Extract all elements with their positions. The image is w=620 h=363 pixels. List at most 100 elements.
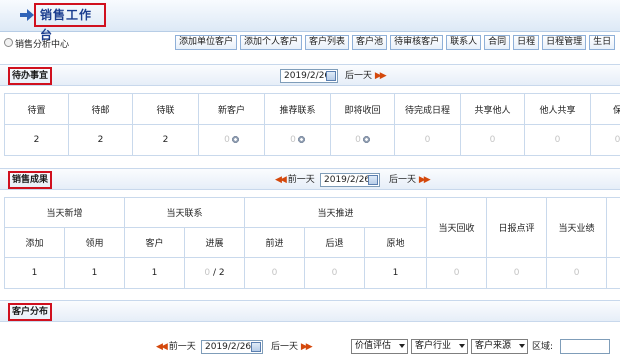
schedule-button[interactable]: 日程 (513, 35, 540, 50)
value-cell[interactable]: 1 (4, 257, 65, 289)
customer-list-button[interactable]: 客户列表 (305, 35, 350, 50)
group-header-cell: 当天新增 (3, 197, 126, 228)
header-cell: 推荐联系 (264, 93, 331, 125)
header-cell: 待联 (132, 93, 199, 125)
todo-value-row: 2 2 2 0 0 0 0 0 0 0 (4, 124, 620, 156)
header-cell: 他人共享 (524, 93, 591, 125)
sub-header-cell: 原地 (364, 227, 428, 258)
distribution-section-header: 客户分布 (0, 300, 620, 322)
calendar-icon[interactable] (326, 71, 336, 81)
distribution-next-day-link[interactable]: 后一天 ▶▶ (271, 340, 313, 354)
group-header-cell: 日报点评 (486, 197, 548, 258)
value-cell[interactable]: 0 (394, 124, 461, 156)
right-arrow-icon (20, 9, 34, 21)
header-cell: 待邮 (68, 93, 133, 125)
results-date-input[interactable]: 2019/2/26 (320, 173, 380, 187)
sub-header-cell: 添加 (4, 227, 65, 258)
header-cell: 共享他人 (460, 93, 525, 125)
value-cell[interactable]: 2 (132, 124, 199, 156)
todo-next-day-link[interactable]: 后一天 ▶▶ (345, 69, 387, 83)
top-bar: 销售工作台 (0, 0, 620, 42)
chevron-down-icon (399, 344, 405, 348)
value-cell[interactable]: 2 (68, 124, 133, 156)
results-prev-day-link[interactable]: ◀◀ 前一天 (275, 173, 315, 187)
quick-action-buttons: 添加单位客户 添加个人客户 客户列表 客户池 待审核客户 联系人 合同 日程 日… (175, 35, 616, 51)
value-cell[interactable]: 0 (486, 257, 548, 289)
distribution-toolbar: ◀◀ 前一天 2019/2/26 后一天 ▶▶ 价值评估 客户行业 客户来源 区… (0, 336, 620, 358)
header-cell: 保 (590, 93, 620, 125)
value-cell[interactable]: 0 (590, 124, 620, 156)
customer-industry-select[interactable]: 客户行业 (411, 339, 468, 354)
distribution-title: 客户分布 (8, 303, 53, 321)
value-cell[interactable]: 0 (606, 257, 620, 289)
header-cell: 待置 (4, 93, 69, 125)
gear-icon[interactable] (231, 136, 239, 143)
value-assessment-select[interactable]: 价值评估 (351, 339, 408, 354)
birthday-button[interactable]: 生日 (589, 35, 616, 50)
value-cell[interactable]: 1 (63, 257, 126, 289)
gear-icon[interactable] (297, 136, 305, 143)
calendar-icon[interactable] (368, 175, 378, 185)
value-cell[interactable]: 0 (524, 124, 591, 156)
results-next-day-link[interactable]: 后一天 ▶▶ (389, 173, 431, 187)
customer-pool-button[interactable]: 客户池 (352, 35, 388, 50)
schedule-manage-button[interactable]: 日程管理 (542, 35, 587, 50)
value-cell[interactable]: 0 (198, 124, 265, 156)
value-cell[interactable]: 0 (264, 124, 331, 156)
sub-nav: 销售分析中心 添加单位客户 添加个人客户 客户列表 客户池 待审核客户 联系人 … (0, 33, 620, 53)
group-header-cell: 本 (606, 197, 620, 258)
todo-title: 待办事宜 (8, 67, 53, 85)
group-header-cell: 当天推进 (244, 197, 428, 228)
customer-source-select[interactable]: 客户来源 (471, 339, 528, 354)
pending-review-button[interactable]: 待审核客户 (390, 35, 444, 50)
todo-section-header: 待办事宜 2019/2/26 后一天 ▶▶ (0, 64, 620, 86)
results-value-row: 1 1 1 0 / 2 0 0 1 0 0 0 0 (4, 257, 620, 289)
value-cell[interactable]: 0 (244, 257, 306, 289)
add-company-customer-button[interactable]: 添加单位客户 (175, 35, 238, 50)
region-label: 区域: (532, 342, 554, 352)
add-personal-customer-button[interactable]: 添加个人客户 (240, 35, 303, 50)
results-group-header-row: 当天新增 当天联系 当天推进 当天回收 日报点评 当天业绩 本 (3, 197, 620, 258)
double-left-arrow-icon: ◀◀ (275, 175, 287, 185)
value-cell[interactable]: 0 (546, 257, 608, 289)
chevron-down-icon (459, 344, 465, 348)
value-cell[interactable]: 1 (124, 257, 186, 289)
sub-header-cell: 领用 (63, 227, 126, 258)
gear-icon[interactable] (362, 136, 370, 143)
value-cell[interactable]: 0 (460, 124, 525, 156)
chevron-down-icon (519, 344, 525, 348)
results-table: 当天新增 当天联系 当天推进 当天回收 日报点评 当天业绩 本 添加 领用 客户… (3, 197, 620, 289)
sales-analysis-center-link[interactable]: 销售分析中心 (15, 37, 69, 50)
header-cell: 新客户 (198, 93, 265, 125)
sub-header-cell: 后退 (304, 227, 366, 258)
radio-icon[interactable] (4, 38, 13, 47)
group-header-cell: 当天回收 (426, 197, 488, 258)
value-cell[interactable]: 0 / 2 (184, 257, 246, 289)
header-cell: 待完成日程 (394, 93, 461, 125)
page-title: 销售工作台 (34, 3, 106, 42)
value-cell[interactable]: 1 (364, 257, 428, 289)
value-cell[interactable]: 0 (330, 124, 395, 156)
sub-header-cell: 进展 (184, 227, 246, 258)
todo-header-row: 待置 待邮 待联 新客户 推荐联系 即将收回 待完成日程 共享他人 他人共享 保 (4, 93, 620, 125)
contracts-button[interactable]: 合同 (484, 35, 511, 50)
value-cell[interactable]: 0 (304, 257, 366, 289)
results-section-header: 销售成果 ◀◀ 前一天 2019/2/26 后一天 ▶▶ (0, 168, 620, 190)
sub-header-cell: 前进 (244, 227, 306, 258)
distribution-prev-day-link[interactable]: ◀◀ 前一天 (156, 340, 196, 354)
group-header-cell: 当天联系 (124, 197, 246, 228)
double-left-arrow-icon: ◀◀ (156, 342, 168, 352)
todo-table: 待置 待邮 待联 新客户 推荐联系 即将收回 待完成日程 共享他人 他人共享 保… (4, 93, 620, 156)
results-title: 销售成果 (8, 171, 53, 189)
value-cell[interactable]: 2 (4, 124, 69, 156)
double-right-arrow-icon: ▶▶ (374, 71, 387, 81)
double-right-arrow-icon: ▶▶ (418, 175, 431, 185)
region-input[interactable] (560, 339, 610, 354)
todo-date-input[interactable]: 2019/2/26 (280, 69, 338, 83)
contacts-button[interactable]: 联系人 (446, 35, 482, 50)
value-cell[interactable]: 0 (426, 257, 488, 289)
double-right-arrow-icon: ▶▶ (300, 342, 313, 352)
distribution-date-input[interactable]: 2019/2/26 (201, 340, 263, 354)
sub-header-cell: 客户 (124, 227, 186, 258)
calendar-icon[interactable] (251, 342, 261, 352)
